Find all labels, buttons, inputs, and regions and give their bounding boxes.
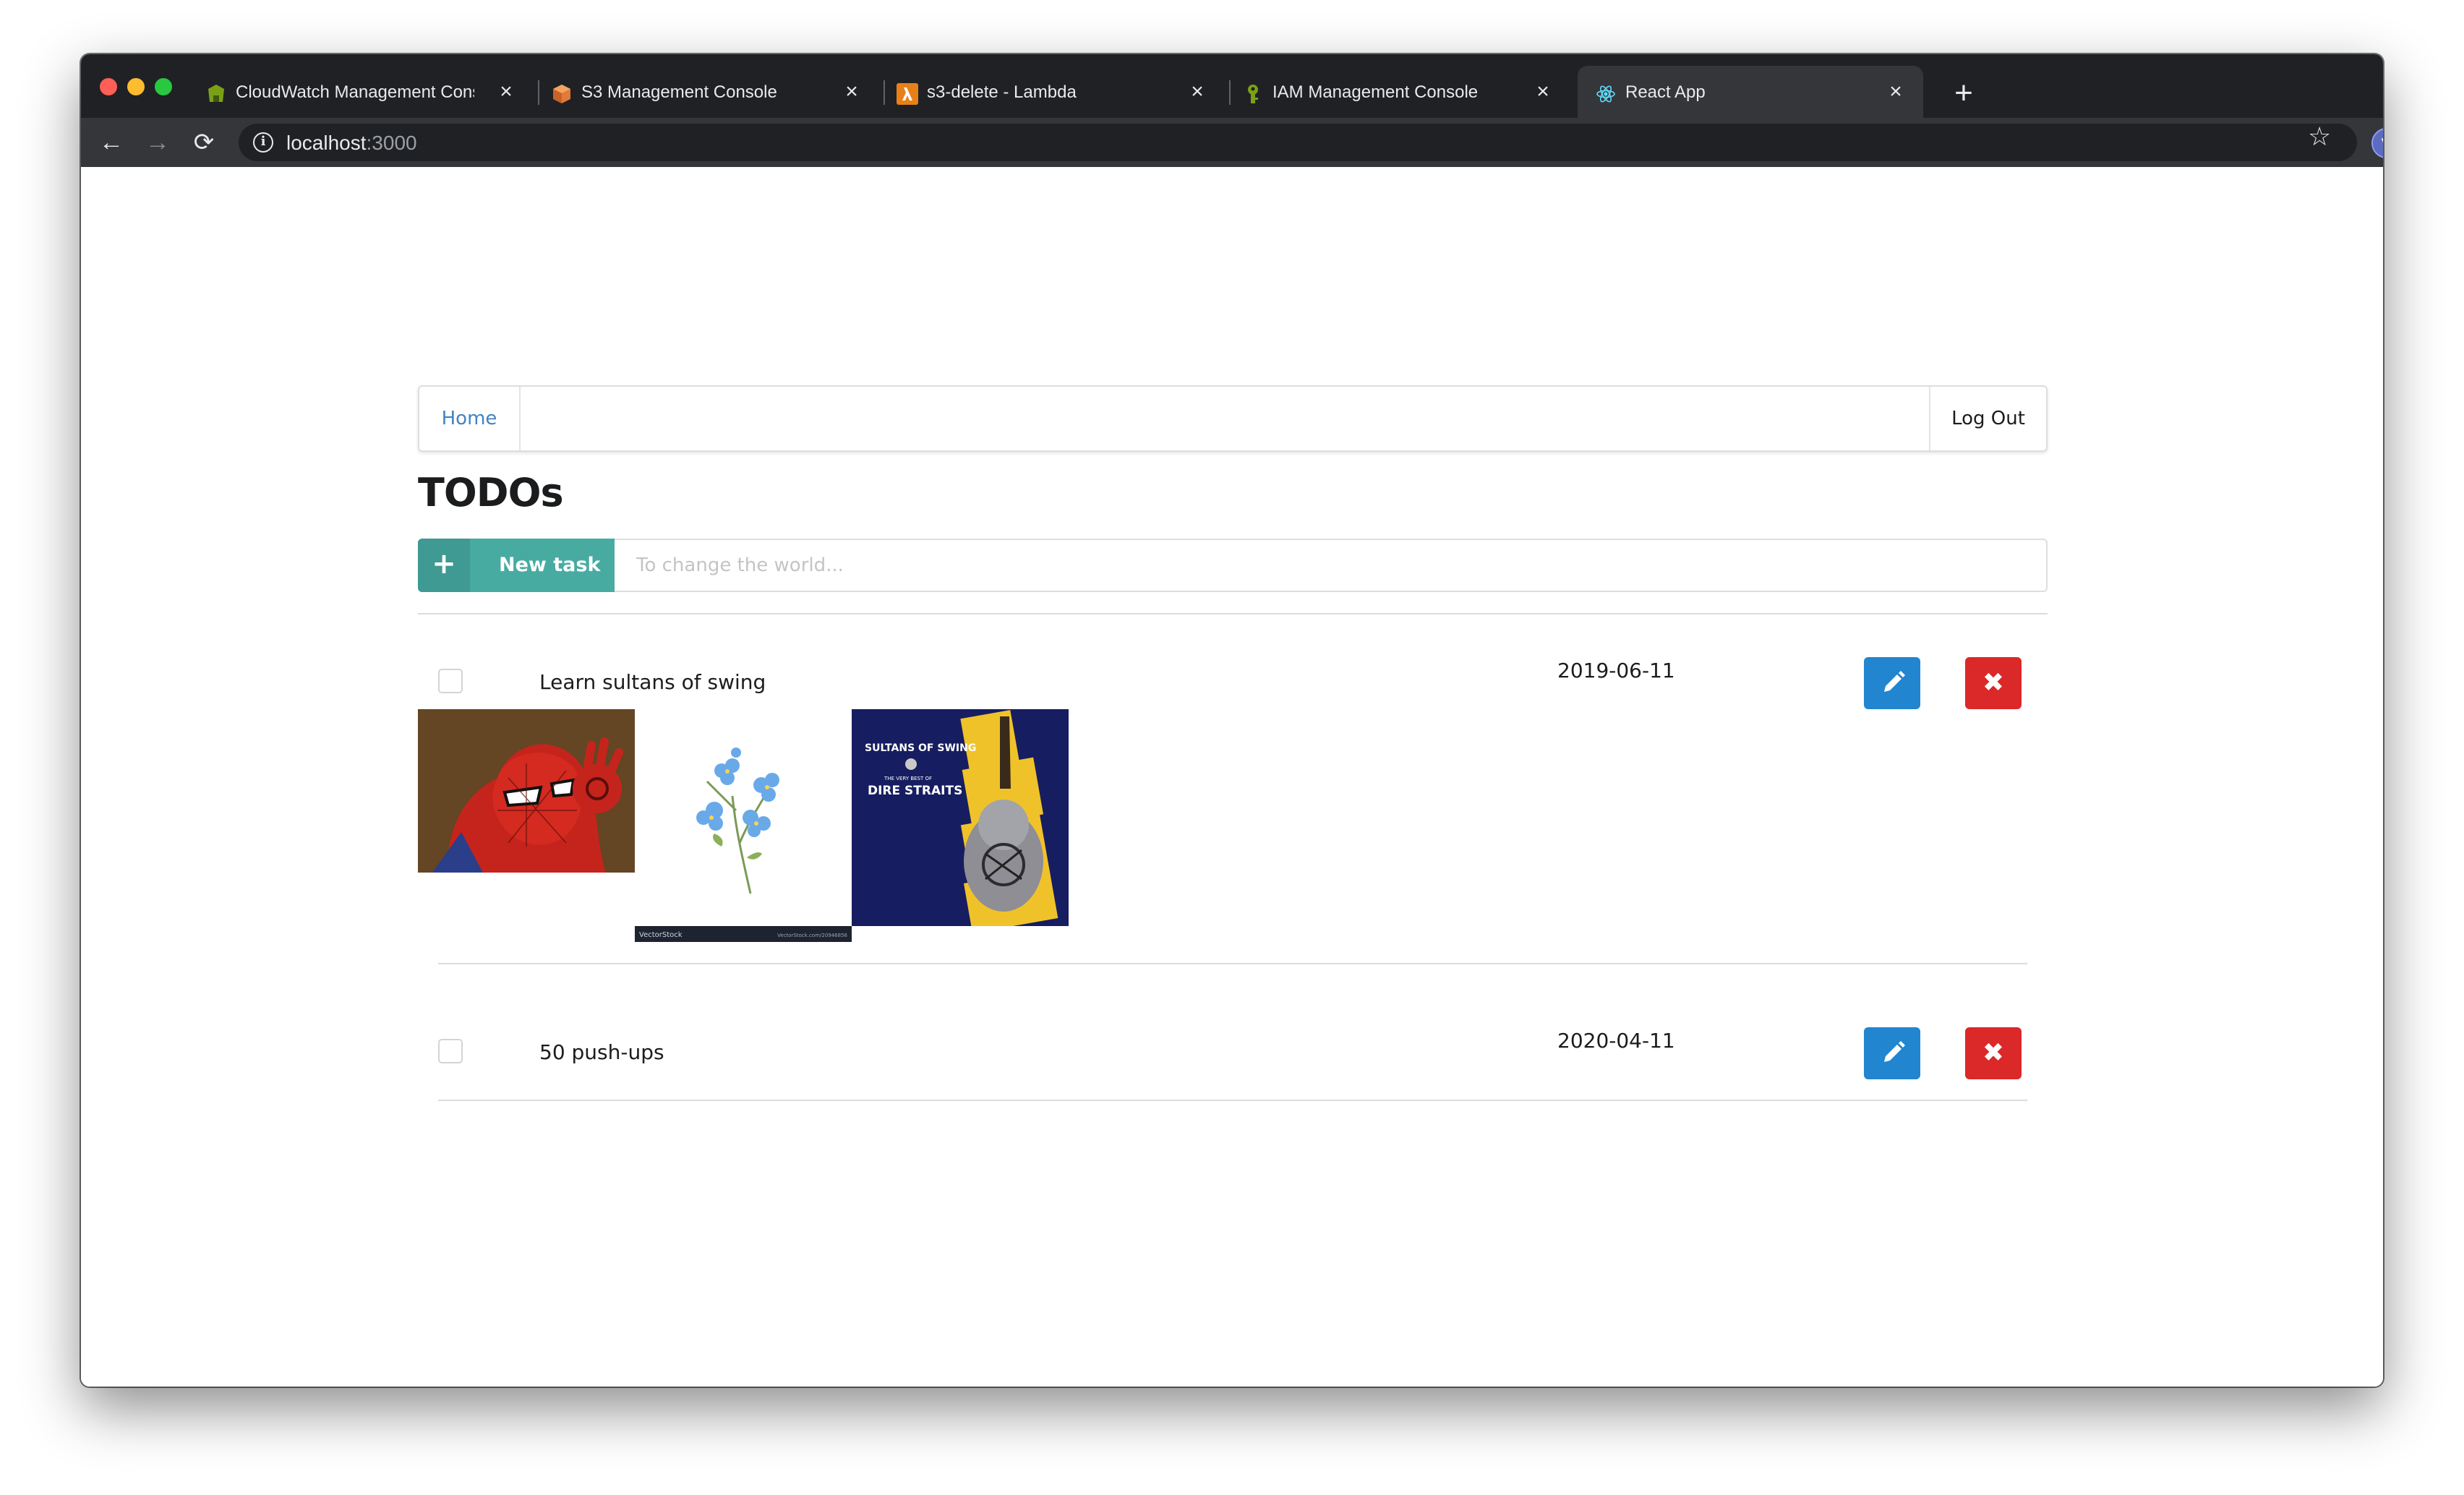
album-line1: SULTANS OF SWING (865, 742, 976, 754)
back-arrow-icon[interactable]: ← (94, 125, 129, 160)
url-text: localhost:3000 (286, 133, 417, 153)
address-bar[interactable]: i localhost:3000 (239, 124, 2357, 161)
edit-button[interactable] (1864, 1027, 1920, 1079)
tab-iam[interactable]: IAM Management Console × (1225, 66, 1570, 118)
new-task-label: New task (499, 554, 601, 576)
album-line2: THE VERY BEST OF (884, 776, 932, 781)
todo-date: 2019-06-11 (1557, 659, 1675, 682)
page-content: Home Log Out TODOs + New task Learn sult… (81, 167, 2383, 1387)
tab-s3[interactable]: S3 Management Console × (534, 66, 879, 118)
new-tab-button[interactable]: + (1943, 77, 1984, 118)
tab-title: CloudWatch Management Console (236, 83, 474, 102)
watermark-text: VectorStock (639, 931, 683, 939)
plus-icon: + (418, 539, 470, 592)
close-window-button[interactable] (100, 78, 117, 95)
home-link[interactable]: Home (419, 387, 521, 450)
page-title: TODOs (418, 470, 564, 515)
tab-title: React App (1625, 83, 1706, 102)
tab-title: IAM Management Console (1272, 83, 1479, 102)
maximize-window-button[interactable] (155, 78, 172, 95)
bookmark-star-icon[interactable]: ☆ (2308, 124, 2331, 150)
profile-avatar[interactable]: V (2371, 128, 2383, 158)
browser-window: CloudWatch Management Console × S3 Manag… (81, 54, 2383, 1387)
tab-lambda[interactable]: s3-delete - Lambda × (879, 66, 1225, 118)
todo-checkbox[interactable] (438, 1039, 463, 1063)
top-menu: Home Log Out (418, 385, 2048, 452)
tab-react-app[interactable]: React App × (1578, 66, 1923, 118)
pencil-icon (1884, 671, 1905, 692)
s3-icon (553, 85, 570, 103)
tab-strip: CloudWatch Management Console × S3 Manag… (81, 54, 2383, 118)
divider (418, 613, 2048, 614)
react-icon (1596, 85, 1615, 103)
todo-checkbox[interactable] (438, 669, 463, 693)
forward-arrow-icon[interactable]: → (140, 125, 175, 160)
edit-button[interactable] (1864, 657, 1920, 709)
close-icon[interactable]: × (1186, 80, 1209, 103)
close-icon[interactable]: × (840, 80, 863, 103)
lambda-icon (897, 83, 918, 105)
url-host: localhost (286, 132, 367, 154)
url-port: :3000 (366, 132, 417, 154)
cloudwatch-icon (208, 85, 224, 102)
attachment-image-flower[interactable]: VectorStock VectorStock.com/20946856 (635, 709, 852, 942)
album-line3: DIRE STRAITS (868, 784, 962, 798)
divider (438, 1100, 2027, 1101)
tab-cloudwatch[interactable]: CloudWatch Management Console × (188, 66, 534, 118)
info-icon[interactable]: i (253, 132, 273, 153)
new-task-button[interactable]: + New task (418, 539, 615, 592)
minimize-window-button[interactable] (127, 78, 145, 95)
iam-icon (1248, 85, 1258, 103)
reload-icon[interactable]: ⟳ (187, 125, 221, 160)
close-x-icon: ✖ (1982, 668, 2005, 698)
close-icon[interactable]: × (1531, 80, 1554, 103)
pencil-icon (1884, 1041, 1905, 1062)
tab-title: S3 Management Console (581, 83, 777, 102)
delete-button[interactable]: ✖ (1965, 1027, 2022, 1079)
new-task-input[interactable] (615, 539, 2048, 592)
delete-button[interactable]: ✖ (1965, 657, 2022, 709)
watermark-id: VectorStock.com/20946856 (777, 933, 847, 938)
close-x-icon: ✖ (1982, 1038, 2005, 1068)
todo-name: Learn sultans of swing (539, 670, 766, 694)
attachment-image-album[interactable]: SULTANS OF SWING THE VERY BEST OF DIRE S… (852, 709, 1069, 926)
todo-date: 2020-04-11 (1557, 1029, 1675, 1053)
attachment-image-spiderman[interactable] (418, 709, 635, 873)
close-icon[interactable]: × (1884, 80, 1907, 103)
todo-name: 50 push-ups (539, 1040, 664, 1064)
divider (438, 963, 2027, 964)
browser-toolbar: ← → ⟳ i localhost:3000 ☆ V ⋮ (81, 118, 2383, 167)
close-icon[interactable]: × (495, 80, 518, 103)
tab-title: s3-delete - Lambda (927, 83, 1077, 102)
logout-button[interactable]: Log Out (1929, 387, 2046, 450)
